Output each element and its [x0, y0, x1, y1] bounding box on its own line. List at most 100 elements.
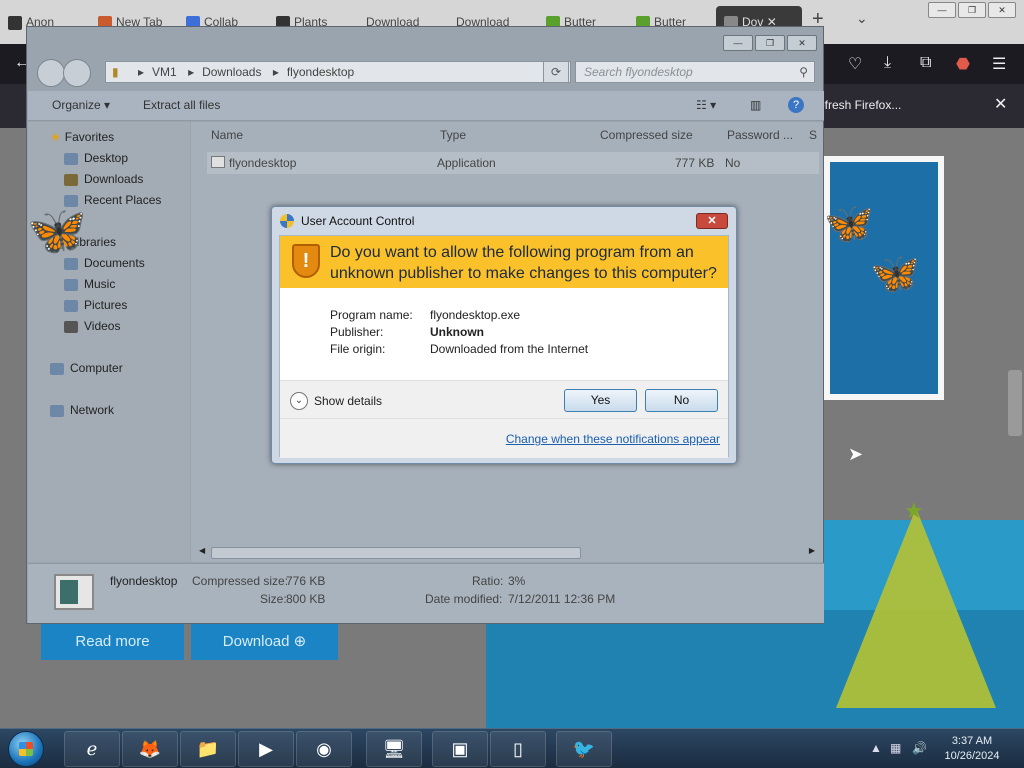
- extract-all-button[interactable]: Extract all files: [143, 98, 220, 112]
- breadcrumb-flyondesktop[interactable]: flyondesktop: [287, 65, 354, 79]
- file-type: Application: [437, 156, 496, 170]
- maximize-button[interactable]: ❐: [755, 35, 785, 51]
- preview-pane-icon[interactable]: ▥: [750, 98, 761, 112]
- app-icon[interactable]: ◉: [296, 731, 352, 767]
- pocket-icon[interactable]: ♡: [848, 54, 862, 74]
- breadcrumb-vm1[interactable]: VM1: [152, 65, 177, 79]
- butterfly-icon: 🦋: [824, 202, 874, 246]
- tray-expand-icon[interactable]: ▲: [870, 741, 882, 755]
- nav-videos[interactable]: Videos: [64, 319, 120, 333]
- start-button[interactable]: [8, 731, 44, 767]
- refresh-icon[interactable]: ⟳: [543, 61, 569, 83]
- change-notifications-link[interactable]: Change when these notifications appear: [506, 432, 720, 446]
- media-player-icon[interactable]: ▶: [238, 731, 294, 767]
- nav-desktop[interactable]: Desktop: [64, 151, 128, 165]
- view-options-icon[interactable]: ☷ ▾: [696, 98, 716, 112]
- minimize-button[interactable]: —: [723, 35, 753, 51]
- column-header-password[interactable]: Password ...: [727, 128, 793, 142]
- christmas-tree-decoration: [836, 508, 996, 708]
- nav-pictures[interactable]: Pictures: [64, 298, 127, 312]
- help-icon[interactable]: ?: [788, 97, 804, 113]
- game-icon[interactable]: 🐦: [556, 731, 612, 767]
- address-bar[interactable]: ▮ ▸VM1 ▸Downloads ▸flyondesktop ▼: [105, 61, 571, 83]
- uac-warning-banner: ! Do you want to allow the following pro…: [280, 236, 728, 288]
- file-thumbnail: [54, 574, 94, 610]
- details-compressed-label: Compressed size:: [192, 574, 289, 588]
- scroll-right-icon[interactable]: ▶: [809, 546, 815, 555]
- details-ratio-value: 3%: [508, 574, 526, 588]
- nav-label: Documents: [84, 256, 145, 270]
- show-details-label[interactable]: Show details: [314, 394, 382, 408]
- read-more-button[interactable]: Read more: [41, 624, 184, 660]
- nav-label: Favorites: [64, 130, 115, 144]
- breadcrumb-downloads[interactable]: Downloads: [202, 65, 261, 79]
- file-explorer-icon[interactable]: 📁: [180, 731, 236, 767]
- internet-explorer-icon[interactable]: ℯ: [64, 731, 120, 767]
- explorer-title-bar[interactable]: — ❐ ✕: [27, 27, 823, 57]
- nav-favorites[interactable]: ★ Favorites: [50, 130, 114, 144]
- downloads-icon: [64, 173, 78, 186]
- network-icon: [50, 404, 64, 417]
- yes-button[interactable]: Yes: [564, 389, 637, 412]
- star-icon: ★: [904, 498, 924, 523]
- nav-label: Network: [70, 403, 115, 417]
- close-button[interactable]: ✕: [988, 2, 1016, 18]
- forward-button[interactable]: [63, 59, 91, 87]
- download-icon[interactable]: ⤓: [884, 54, 891, 72]
- explorer-nav-bar: ▮ ▸VM1 ▸Downloads ▸flyondesktop ▼ ⟳ Sear…: [35, 59, 815, 87]
- back-button[interactable]: [37, 59, 65, 87]
- nav-downloads[interactable]: Downloads: [64, 172, 143, 186]
- system-clock[interactable]: 3:37 AM 10/26/2024: [934, 734, 1010, 764]
- uac-question: Do you want to allow the following progr…: [330, 244, 717, 282]
- app-window-icon[interactable]: ▣: [432, 731, 488, 767]
- firefox-icon[interactable]: 🦊: [122, 731, 178, 767]
- remote-desktop-icon[interactable]: 🖥: [366, 731, 422, 767]
- column-header-name[interactable]: Name: [211, 128, 243, 142]
- details-date-label: Date modified:: [425, 592, 503, 606]
- details-pane: flyondesktop Compressed size: 776 KB Siz…: [28, 563, 824, 623]
- horizontal-scrollbar[interactable]: ◀ ▶: [199, 546, 815, 560]
- column-header-size[interactable]: S: [809, 128, 817, 142]
- nav-network[interactable]: Network: [50, 403, 114, 417]
- close-button[interactable]: ✕: [696, 213, 728, 229]
- menu-icon[interactable]: ☰: [992, 54, 1006, 74]
- search-icon: ⚲: [799, 65, 808, 79]
- column-header-compressed-size[interactable]: Compressed size: [600, 128, 693, 142]
- organize-menu[interactable]: Organize ▾: [52, 98, 110, 112]
- file-row[interactable]: flyondesktop Application 777 KB No: [207, 152, 819, 174]
- page-scrollbar[interactable]: [1008, 370, 1022, 436]
- butterfly-icon: 🦋: [870, 252, 920, 296]
- nav-label: Videos: [84, 319, 121, 333]
- details-ratio-label: Ratio:: [472, 574, 504, 588]
- music-icon: [64, 278, 78, 291]
- volume-icon[interactable]: 🔊: [912, 741, 927, 755]
- scroll-left-icon[interactable]: ◀: [199, 546, 205, 555]
- column-header-type[interactable]: Type: [440, 128, 466, 142]
- close-button[interactable]: ✕: [787, 35, 817, 51]
- search-input[interactable]: Search flyondesktop ⚲: [575, 61, 815, 83]
- minimize-button[interactable]: —: [928, 2, 956, 18]
- nav-computer[interactable]: Computer: [50, 361, 123, 375]
- nav-label: Desktop: [84, 151, 129, 165]
- no-button[interactable]: No: [645, 389, 718, 412]
- organize-label: Organize: [52, 98, 101, 112]
- details-size-label: Size:: [260, 592, 287, 606]
- notification-close-icon[interactable]: ✕: [994, 94, 1007, 114]
- show-details-chevron-icon[interactable]: ⌄: [290, 392, 308, 410]
- clock-date: 10/26/2024: [944, 750, 1000, 762]
- network-tray-icon[interactable]: ▦: [890, 741, 901, 755]
- maximize-button[interactable]: ❐: [958, 2, 986, 18]
- clock-time: 3:37 AM: [951, 735, 993, 747]
- uac-title-bar[interactable]: User Account Control ✕: [272, 207, 736, 235]
- nav-music[interactable]: Music: [64, 277, 115, 291]
- nav-label: Computer: [70, 361, 123, 375]
- notification-text[interactable]: efresh Firefox...: [818, 98, 901, 112]
- tab-list-chevron-icon[interactable]: ⌄: [856, 10, 868, 27]
- download-button[interactable]: Download ⊕: [191, 624, 338, 660]
- app-window-icon[interactable]: ▯: [490, 731, 546, 767]
- scrollbar-thumb[interactable]: [211, 547, 581, 559]
- file-name: flyondesktop: [229, 156, 297, 170]
- extensions-icon[interactable]: ⧉: [920, 54, 931, 72]
- addon-icon[interactable]: ⬣: [956, 54, 970, 74]
- mouse-cursor-icon: ➤: [848, 444, 864, 464]
